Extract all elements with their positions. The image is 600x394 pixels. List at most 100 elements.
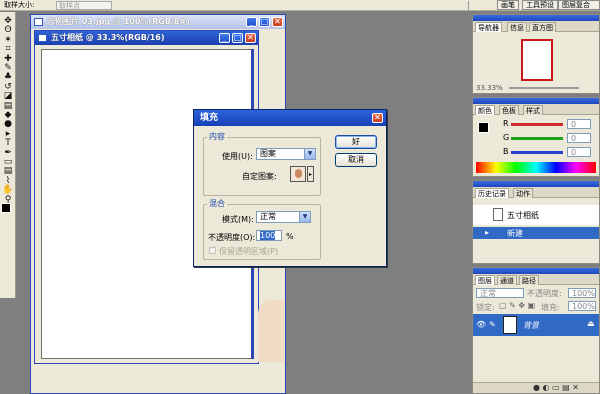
tab-histogram[interactable]: 直方图 [529,22,556,32]
visibility-eye-icon[interactable]: 👁 [476,320,486,329]
snapshot-name: 五寸相纸 [507,211,539,220]
use-label: 使用(U): [222,152,253,161]
tab-channels[interactable]: 通道 [497,275,517,285]
fill-input[interactable]: 100% [568,301,596,311]
layer-actions-icons[interactable]: ● ◐ ▭ ▤ ✕ [533,383,579,392]
chevron-down-icon: ▼ [304,149,315,159]
use-select[interactable]: 图案 ▼ [256,148,316,160]
fill-dialog-titlebar[interactable]: 填充 ✕ [194,110,386,126]
tab-info[interactable]: 信息 [507,22,527,32]
tab-styles[interactable]: 样式 [523,105,543,115]
layer-thumbnail [503,316,517,334]
contents-group-label: 内容 [207,132,227,141]
close-button[interactable]: ✕ [372,113,383,123]
tab-layers[interactable]: 图层 [475,275,495,285]
r-slider[interactable] [511,123,563,126]
lock-icon: ⏏ [587,319,595,328]
g-slider[interactable] [511,137,563,140]
color-panel: 颜色 色板 样式 R 0 G 0 B 0 [472,97,600,177]
panel-tabs: 导航器 信息 直方图 [473,21,599,32]
history-panel: 历史记录 动作 五寸相纸 ▸ 新建 [472,180,600,264]
ok-button[interactable]: 好 [335,135,377,149]
maximize-button[interactable]: □ [259,17,270,27]
toolbox: ✥ ʘ ✶ ⌗ ✚ ✎ ♣ ↺ ◪ ▤ ◆ ● ▸ T ✒ ▭ ▤ ⌇ ✋ ⚲ [0,12,16,298]
blend-mode-select[interactable]: 正常 [476,288,524,298]
panel-tabs: 历史记录 动作 [473,187,599,198]
history-state-name: 新建 [507,229,523,238]
layer-comps-tab-button[interactable]: 图层复合 [558,0,600,10]
minimize-button[interactable]: _ [246,17,257,27]
g-value[interactable]: 0 [567,133,591,143]
navigator-zoom[interactable]: 33.33% [476,84,503,92]
tab-navigator[interactable]: 导航器 [475,22,502,32]
tool-presets-tab-button[interactable]: 工具预设 [522,0,558,10]
sample-size-select[interactable]: 取样点 [56,1,112,10]
layer-name: 背景 [523,321,539,330]
mode-label: 模式(M): [222,215,254,224]
close-button[interactable]: ✕ [245,33,256,43]
background-document-title: 示例图片 03.jpg @ 100%(RGB/8#) [47,17,190,26]
use-select-value: 图案 [260,149,276,158]
mode-select-value: 正常 [260,212,276,221]
chevron-down-icon: ▼ [299,212,310,222]
preserve-transparency-label: 保留透明区域(P) [219,247,279,256]
navigator-preview[interactable] [521,39,553,81]
fill-dialog-title: 填充 [200,113,219,123]
color-spectrum-ramp[interactable] [476,162,596,173]
custom-pattern-label: 自定图案: [242,172,277,181]
fill-dialog: 填充 ✕ 内容 使用(U): 图案 ▼ 自定图案: ▸ 混合 模式(M): 正常… [193,109,387,267]
maximize-button[interactable]: □ [232,33,243,43]
tab-paths[interactable]: 路径 [519,275,539,285]
layers-footer: ● ◐ ▭ ▤ ✕ [473,382,599,393]
brush-link-icon[interactable]: ✎ [489,320,496,329]
cancel-button[interactable]: 取消 [335,153,377,167]
background-document-titlebar[interactable]: 示例图片 03.jpg @ 100%(RGB/8#) _ □ ✕ [31,15,285,29]
active-document-title: 五寸相纸 @ 33.3%(RGB/16) [51,33,165,42]
g-label: G [503,133,510,142]
tab-swatches[interactable]: 色板 [499,105,519,115]
history-snapshot-row[interactable]: 五寸相纸 [473,205,599,225]
foreground-color-swatch[interactable] [1,203,11,213]
sample-size-label: 取样大小: [4,1,35,9]
brushes-tab-button[interactable]: 画笔 [497,0,519,10]
layer-row[interactable]: 👁 ✎ 背景 ⏏ [473,314,599,336]
panel-tabs: 颜色 色板 样式 [473,104,599,115]
b-value[interactable]: 0 [567,147,591,157]
divider [468,1,469,10]
active-document-titlebar[interactable]: 五寸相纸 @ 33.3%(RGB/16) _ □ ✕ [35,31,258,45]
opacity-label: 不透明度(O): [208,233,256,242]
lock-label: 锁定: [476,303,495,312]
preserve-transparency-checkbox[interactable] [209,247,216,254]
panel-tabs: 图层 通道 路径 [473,274,599,285]
pattern-picker-button[interactable]: ▸ [307,166,314,182]
mode-select[interactable]: 正常 ▼ [256,211,311,223]
opacity-input[interactable]: 100 [256,230,282,241]
document-icon [38,34,47,42]
b-label: B [503,147,509,156]
layers-panel: 图层 通道 路径 正常 不透明度: 100% 锁定: ▢ ✎ ✥ ▣ 填充: 1… [472,267,600,394]
lock-icons[interactable]: ▢ ✎ ✥ ▣ [499,301,535,310]
layer-opacity-input[interactable]: 100% [568,288,596,298]
color-foreground-swatch[interactable] [478,122,489,133]
document-icon [34,18,43,26]
pattern-swatch[interactable] [290,166,306,182]
navigator-panel: 导航器 信息 直方图 33.33% [472,14,600,94]
layer-opacity-label: 不透明度: [527,289,562,298]
r-label: R [503,119,509,128]
tab-color[interactable]: 颜色 [475,105,495,115]
close-button[interactable]: ✕ [272,17,283,27]
tab-actions[interactable]: 动作 [513,188,533,198]
history-state-icon: ▸ [485,228,490,237]
r-value[interactable]: 0 [567,119,591,129]
zoom-slider[interactable] [509,87,579,89]
history-state-row[interactable]: ▸ 新建 [473,227,599,239]
tab-history[interactable]: 历史记录 [475,188,509,198]
options-bar: 取样大小: 取样点 画笔 工具预设 图层复合 [0,0,600,11]
b-slider[interactable] [511,151,563,154]
opacity-value: 100 [260,231,276,240]
portrait-icon [295,169,302,178]
minimize-button[interactable]: _ [219,33,230,43]
snapshot-thumbnail [493,208,503,221]
fill-label: 填充: [541,303,560,312]
background-image-edge [258,300,284,362]
